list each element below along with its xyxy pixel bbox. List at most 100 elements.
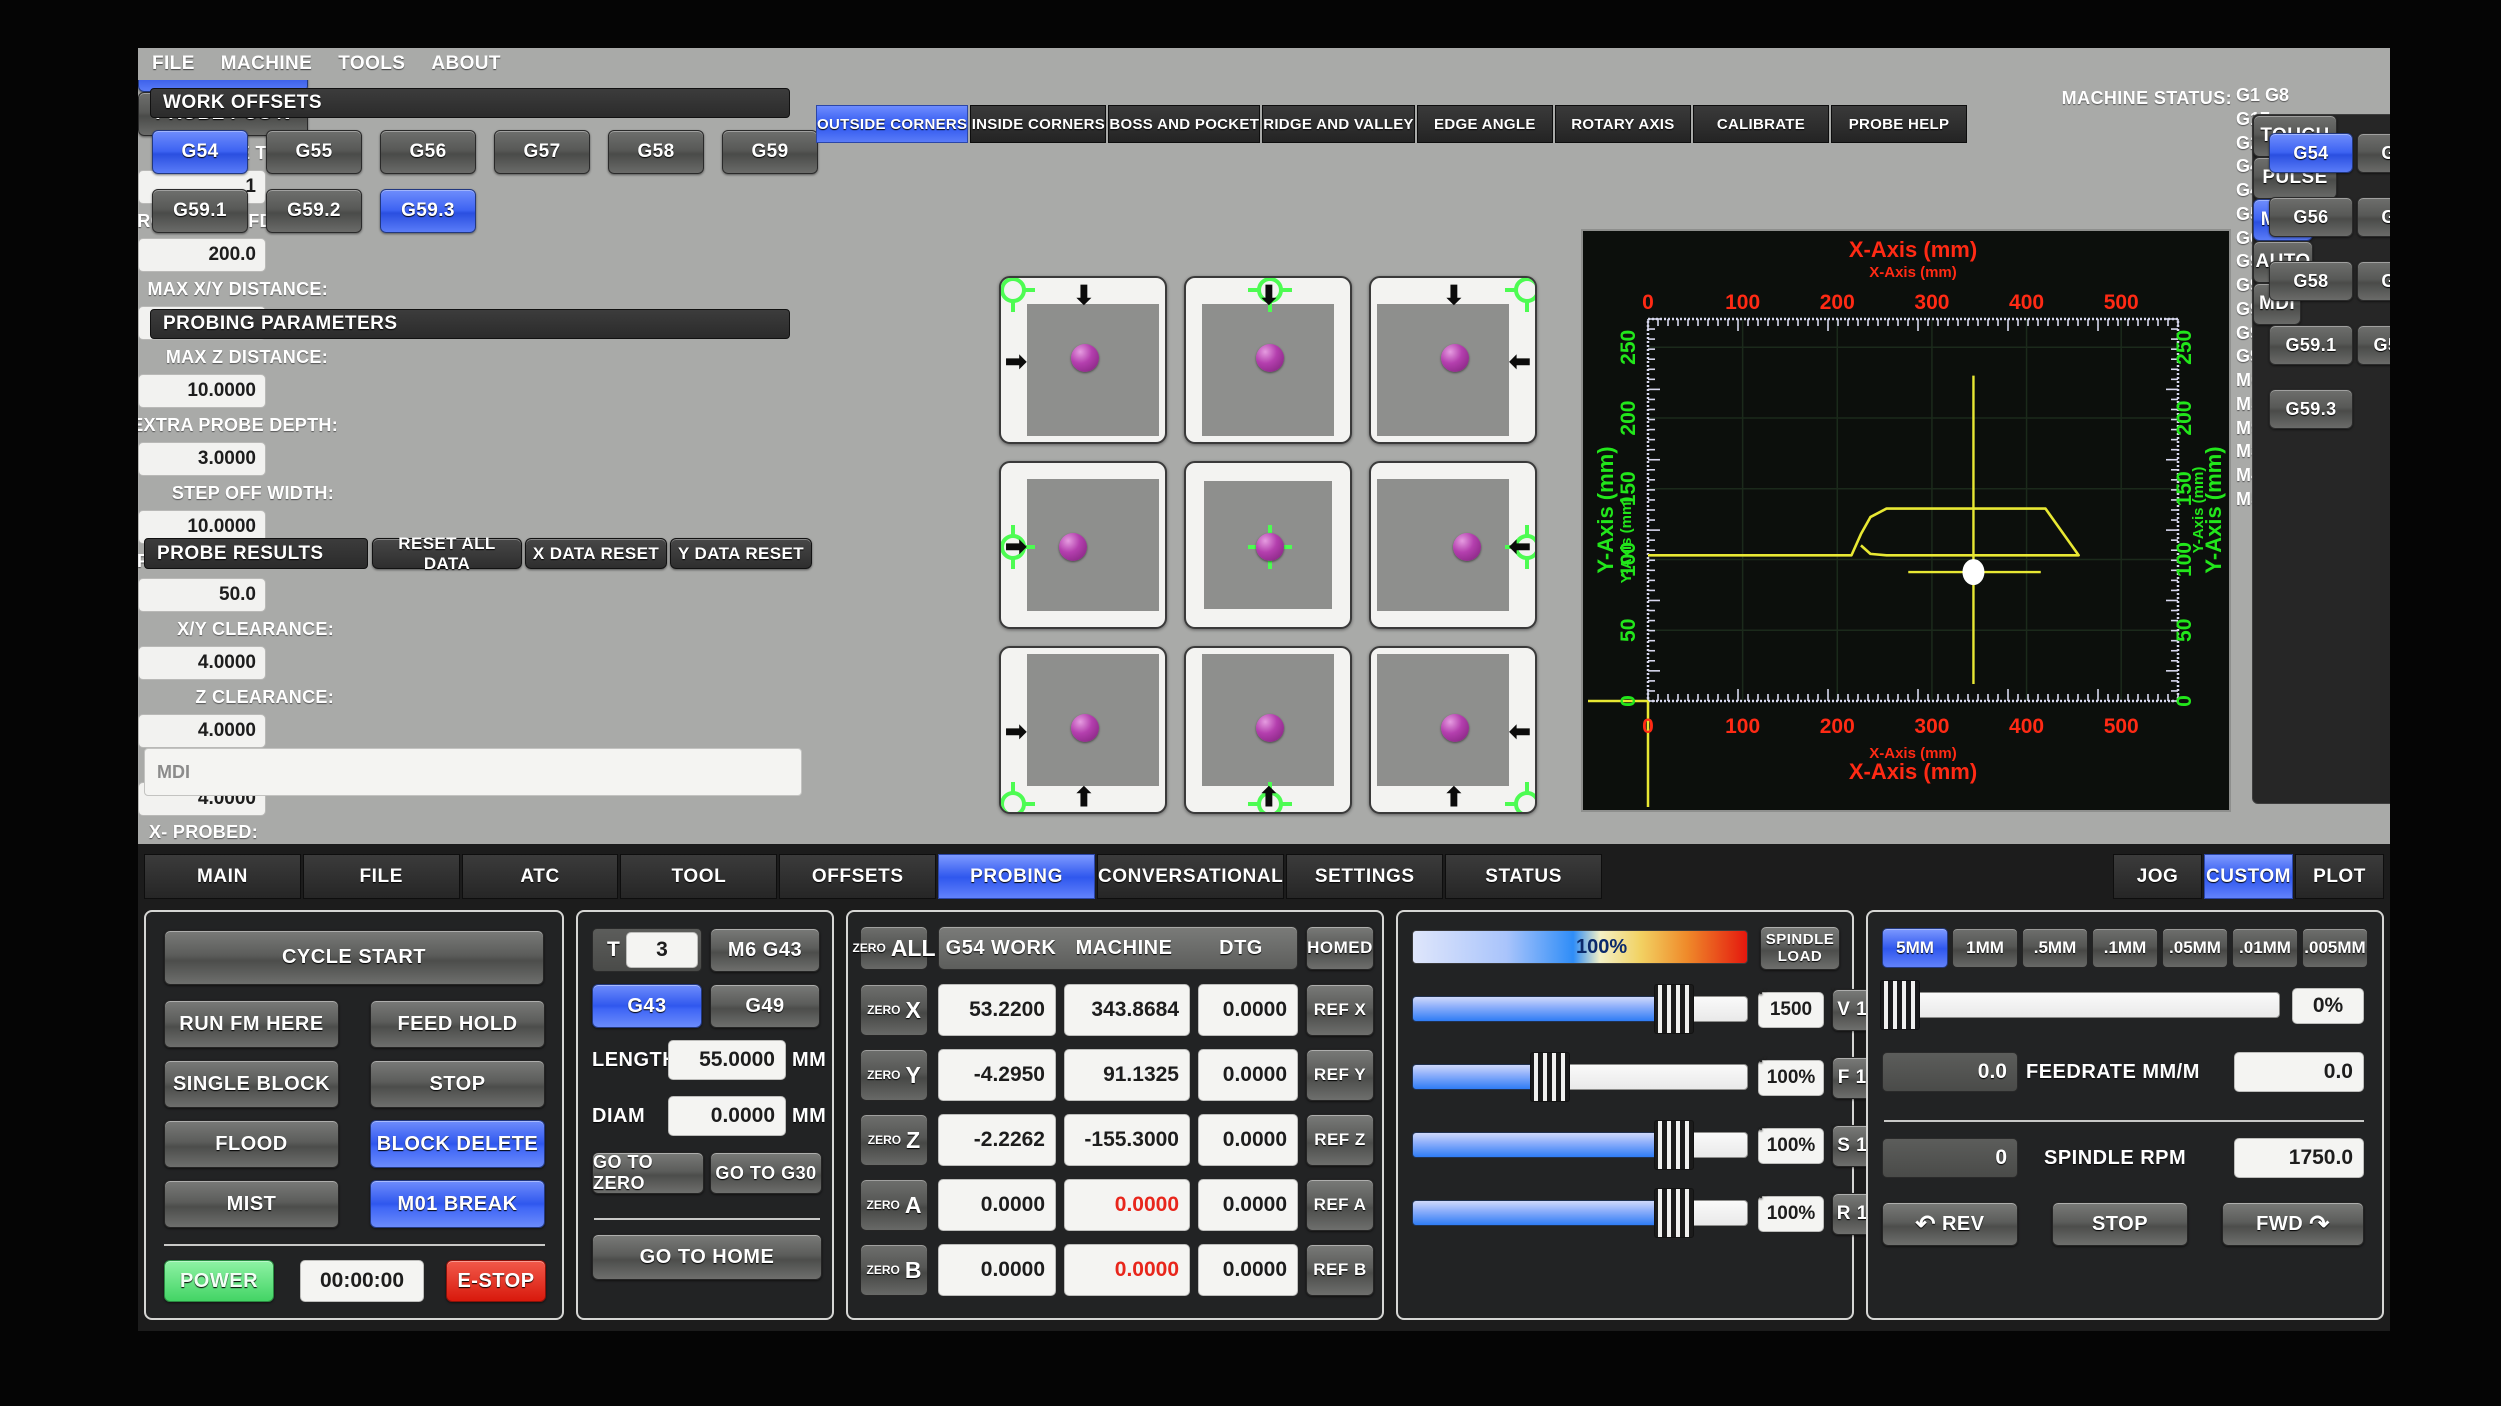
wcs-button-g58[interactable]: G58 — [2269, 261, 2353, 301]
toolpath-plot[interactable]: X-Axis (mm) X-Axis (mm) 0 100 200 300 400 500 0 1… — [1581, 229, 2231, 812]
wcs-button-g591[interactable]: G59.1 — [2269, 325, 2353, 365]
tool-number-input[interactable]: 3 — [626, 932, 698, 968]
jog-increment-p1mm[interactable]: .1MM — [2092, 928, 2158, 968]
param-value-max-z[interactable]: 10.0000 — [138, 374, 266, 408]
dro-machine-y[interactable]: 91.1325 — [1064, 1049, 1190, 1101]
menu-item-file[interactable]: FILE — [152, 53, 195, 75]
jog-rate-grip[interactable] — [1880, 980, 1920, 1030]
work-offset-g55[interactable]: G55 — [266, 130, 362, 174]
cycle-start-button[interactable]: CYCLE START — [164, 930, 544, 985]
wcs-button-g55[interactable]: G55 — [2357, 133, 2390, 173]
zero-axis-y-button[interactable]: ZERO Y — [860, 1049, 928, 1101]
y-data-reset-button[interactable]: Y DATA RESET — [670, 538, 812, 569]
dro-machine-a[interactable]: 0.0000 — [1064, 1179, 1190, 1231]
work-offset-g59[interactable]: G59 — [722, 130, 818, 174]
tab-probing[interactable]: PROBING — [938, 854, 1095, 899]
probe-tab-inside-corners[interactable]: INSIDE CORNERS — [970, 105, 1107, 143]
override-slider-grip[interactable] — [1654, 1188, 1694, 1238]
spindle-stop-button[interactable]: STOP — [2052, 1202, 2188, 1246]
ref-y-button[interactable]: REF Y — [1306, 1049, 1374, 1101]
param-value-xy-clearance[interactable]: 4.0000 — [138, 646, 266, 680]
spindle-load-button[interactable]: SPINDLE LOAD — [1760, 926, 1840, 970]
probe-corner-bottom-left[interactable]: ➡ ⬆ — [999, 646, 1167, 814]
probe-tab-rotary-axis[interactable]: ROTARY AXIS — [1554, 105, 1691, 143]
spindle-commanded[interactable]: 1750.0 — [2234, 1138, 2364, 1178]
probe-center[interactable] — [1184, 461, 1352, 629]
tool-diam-input[interactable]: 0.0000 — [668, 1096, 786, 1136]
probe-tab-ridge-and-valley[interactable]: RIDGE AND VALLEY — [1262, 105, 1415, 143]
zero-axis-z-button[interactable]: ZERO Z — [860, 1114, 928, 1166]
probe-corner-bottom-right[interactable]: ⬅ ⬆ — [1369, 646, 1537, 814]
wcs-button-g593[interactable]: G59.3 — [2269, 389, 2353, 429]
menu-item-about[interactable]: ABOUT — [431, 53, 501, 75]
jog-increment-p5mm[interactable]: .5MM — [2022, 928, 2088, 968]
ref-a-button[interactable]: REF A — [1306, 1179, 1374, 1231]
jog-increment-p01mm[interactable]: .01MM — [2232, 928, 2298, 968]
mist-button[interactable]: MIST — [164, 1180, 339, 1228]
dro-work-y[interactable]: -4.2950 — [938, 1049, 1056, 1101]
zero-all-button[interactable]: ZERO ALL — [852, 926, 936, 970]
wcs-button-g592[interactable]: G59.2 — [2357, 325, 2390, 365]
spindle-fwd-button[interactable]: FWD ↷ — [2222, 1202, 2364, 1246]
homed-indicator[interactable]: HOMED — [1306, 926, 1374, 970]
dro-work-b[interactable]: 0.0000 — [938, 1244, 1056, 1296]
stop-button[interactable]: STOP — [370, 1060, 545, 1108]
feedrate-commanded[interactable]: 0.0 — [2234, 1052, 2364, 1092]
tab-settings[interactable]: SETTINGS — [1286, 854, 1444, 899]
go-to-g30-button[interactable]: GO TO G30 — [710, 1152, 822, 1194]
dro-machine-b[interactable]: 0.0000 — [1064, 1244, 1190, 1296]
wcs-button-g56[interactable]: G56 — [2269, 197, 2353, 237]
x-data-reset-button[interactable]: X DATA RESET — [525, 538, 667, 569]
tab-atc[interactable]: ATC — [461, 854, 619, 899]
go-to-home-button[interactable]: GO TO HOME — [592, 1234, 822, 1280]
jog-rate-track[interactable] — [1882, 992, 2280, 1018]
probe-tab-boss-and-pocket[interactable]: BOSS AND POCKET — [1108, 105, 1261, 143]
param-value-z-clearance[interactable]: 4.0000 — [138, 714, 266, 748]
override-slider-grip[interactable] — [1654, 1120, 1694, 1170]
override-slider-value[interactable]: 100% — [1758, 1196, 1824, 1232]
flood-button[interactable]: FLOOD — [164, 1120, 339, 1168]
override-slider-value[interactable]: 100% — [1758, 1060, 1824, 1096]
work-offset-g593[interactable]: G59.3 — [380, 189, 476, 233]
work-offset-g57[interactable]: G57 — [494, 130, 590, 174]
jog-increment-p05mm[interactable]: .05MM — [2162, 928, 2228, 968]
probe-edge-top[interactable]: ⬇ — [1184, 276, 1352, 444]
power-button[interactable]: POWER — [164, 1260, 274, 1302]
ref-x-button[interactable]: REF X — [1306, 984, 1374, 1036]
zero-axis-b-button[interactable]: ZERO B — [860, 1244, 928, 1296]
go-to-zero-button[interactable]: GO TO ZERO — [592, 1152, 704, 1194]
override-slider-value[interactable]: 1500 — [1758, 992, 1824, 1028]
work-offset-g592[interactable]: G59.2 — [266, 189, 362, 233]
dro-work-z[interactable]: -2.2262 — [938, 1114, 1056, 1166]
work-offset-g591[interactable]: G59.1 — [152, 189, 248, 233]
probe-tab-edge-angle[interactable]: EDGE ANGLE — [1416, 105, 1553, 143]
tab-plot[interactable]: PLOT — [2295, 854, 2384, 899]
work-offset-g56[interactable]: G56 — [380, 130, 476, 174]
dro-work-x[interactable]: 53.2200 — [938, 984, 1056, 1036]
g49-button[interactable]: G49 — [710, 984, 820, 1028]
dro-machine-z[interactable]: -155.3000 — [1064, 1114, 1190, 1166]
override-slider-grip[interactable] — [1654, 984, 1694, 1034]
override-slider-track-filled[interactable] — [1412, 1132, 1674, 1158]
run-fm-here-button[interactable]: RUN FM HERE — [164, 1000, 339, 1048]
work-offset-g54[interactable]: G54 — [152, 130, 248, 174]
m6-g43-button[interactable]: M6 G43 — [710, 928, 820, 972]
mdi-input[interactable]: MDI — [144, 748, 802, 796]
block-delete-button[interactable]: BLOCK DELETE — [370, 1120, 545, 1168]
tool-length-input[interactable]: 55.0000 — [668, 1040, 786, 1080]
menu-item-tools[interactable]: TOOLS — [338, 53, 405, 75]
work-offset-g58[interactable]: G58 — [608, 130, 704, 174]
override-slider-value[interactable]: 100% — [1758, 1128, 1824, 1164]
ref-z-button[interactable]: REF Z — [1306, 1114, 1374, 1166]
dro-machine-x[interactable]: 343.8684 — [1064, 984, 1190, 1036]
probe-tab-calibrate[interactable]: CALIBRATE — [1692, 105, 1829, 143]
wcs-button-g57[interactable]: G57 — [2357, 197, 2390, 237]
tab-custom[interactable]: CUSTOM — [2204, 854, 2293, 899]
param-value-slow-fdrate[interactable]: 50.0 — [138, 578, 266, 612]
wcs-button-g54[interactable]: G54 — [2269, 133, 2353, 173]
feed-hold-button[interactable]: FEED HOLD — [370, 1000, 545, 1048]
wcs-button-g59[interactable]: G59 — [2357, 261, 2390, 301]
jog-increment-p005mm[interactable]: .005MM — [2302, 928, 2368, 968]
m01-break-button[interactable]: M01 BREAK — [370, 1180, 545, 1228]
g43-button[interactable]: G43 — [592, 984, 702, 1028]
